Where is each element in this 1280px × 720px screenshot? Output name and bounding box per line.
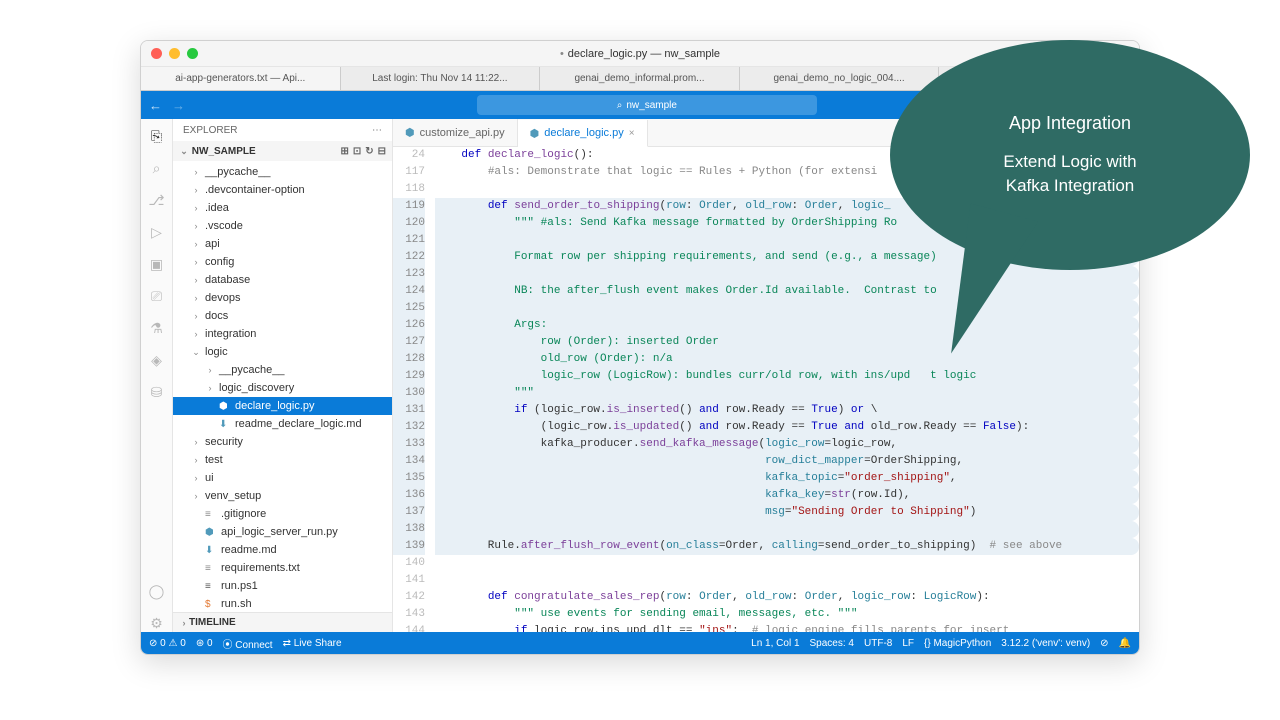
docker-icon[interactable]: ◈ xyxy=(148,351,166,369)
explorer-icon[interactable]: ⎘ xyxy=(148,127,166,145)
tree-item[interactable]: ›test xyxy=(173,451,392,469)
remote-icon[interactable]: ⎚ xyxy=(148,287,166,305)
tree-item[interactable]: ›.vscode xyxy=(173,217,392,235)
collapse-icon[interactable]: ⊟ xyxy=(378,146,386,157)
status-item[interactable]: Spaces: 4 xyxy=(810,638,854,649)
traffic-lights xyxy=(151,48,198,59)
editor-tab[interactable]: ⬢declare_logic.py× xyxy=(518,120,648,147)
refresh-icon[interactable]: ↻ xyxy=(365,146,373,157)
status-item[interactable]: ⇄ Live Share xyxy=(283,638,342,649)
search-input[interactable]: ⌕ nw_sample xyxy=(477,95,817,115)
status-item[interactable]: ⊛ 0 xyxy=(196,638,213,649)
status-item[interactable]: 🔔 xyxy=(1119,638,1131,649)
tree-item[interactable]: ›venv_setup xyxy=(173,487,392,505)
account-icon[interactable]: 👣 ▾ xyxy=(1109,99,1131,112)
tree-item[interactable]: ›logic_discovery xyxy=(173,379,392,397)
status-item[interactable]: ⊘ xyxy=(1100,638,1108,649)
tree-item[interactable]: ⬢api_logic_server_run.py xyxy=(173,523,392,541)
editor-tabs: ⬢customize_api.py⬢declare_logic.py× xyxy=(393,119,1139,147)
code-content[interactable]: def declare_logic(): #als: Demonstrate t… xyxy=(435,147,1139,632)
tree-item[interactable]: ›security xyxy=(173,433,392,451)
tree-item[interactable]: ›database xyxy=(173,271,392,289)
tree-item[interactable]: ›devops xyxy=(173,289,392,307)
scm-icon[interactable]: ⎇ xyxy=(148,191,166,209)
timeline-section[interactable]: › TIMELINE xyxy=(173,612,392,632)
tree-item[interactable]: ›__pycache__ xyxy=(173,361,392,379)
tree-item[interactable]: ⬢declare_logic.py xyxy=(173,397,392,415)
tree-item[interactable]: ›integration xyxy=(173,325,392,343)
status-item[interactable]: UTF-8 xyxy=(864,638,892,649)
account-icon[interactable]: ◯ xyxy=(148,582,166,600)
editor-area: ⬢customize_api.py⬢declare_logic.py× 2411… xyxy=(393,119,1139,632)
mac-tab[interactable]: genai_demo_informal.prom... xyxy=(540,67,740,90)
new-file-icon[interactable]: ⊞ xyxy=(340,146,348,157)
line-gutter: 2411711811912012112212312412512612712812… xyxy=(393,147,435,632)
nav-arrows[interactable]: ←→ xyxy=(149,98,185,113)
tree-item[interactable]: ›.idea xyxy=(173,199,392,217)
tree-item[interactable]: ›config xyxy=(173,253,392,271)
more-icon[interactable]: ⋯ xyxy=(372,125,382,136)
status-bar: ⊘ 0 ⚠ 0 ⊛ 0 ⦿ Connect ⇄ Live Share Ln 1, Co… xyxy=(141,632,1139,654)
tree-item[interactable]: ›docs xyxy=(173,307,392,325)
editor-tab[interactable]: ⬢customize_api.py xyxy=(393,119,518,146)
status-item[interactable]: ⊘ 0 ⚠ 0 xyxy=(149,638,186,649)
forward-icon: → xyxy=(172,98,185,113)
activity-bar: ⎘ ⌕ ⎇ ▷ ▣ ⎚ ⚗ ◈ ⛁ ◯ ⚙ xyxy=(141,119,173,632)
status-item[interactable]: LF xyxy=(902,638,914,649)
explorer-sidebar: EXPLORER ⋯ ⌄ NW_SAMPLE ⊞ ⊡ ↻ ⊟ ›__pycach… xyxy=(173,119,393,632)
titlebar: • declare_logic.py — nw_sample xyxy=(141,41,1139,67)
zoom-icon[interactable] xyxy=(187,48,198,59)
mac-tab-row: ai-app-generators.txt — Api...Last login… xyxy=(141,67,1139,91)
file-tree: ›__pycache__›.devcontainer-option›.idea›… xyxy=(173,161,392,612)
minimize-icon[interactable] xyxy=(169,48,180,59)
explorer-header: EXPLORER ⋯ xyxy=(173,119,392,141)
tree-item[interactable]: ›.devcontainer-option xyxy=(173,181,392,199)
status-item[interactable]: ⦿ Connect xyxy=(223,636,273,651)
workspace-section[interactable]: ⌄ NW_SAMPLE ⊞ ⊡ ↻ ⊟ xyxy=(173,141,392,161)
tree-item[interactable]: $run.sh xyxy=(173,595,392,612)
tree-item[interactable]: ≡.gitignore xyxy=(173,505,392,523)
db-icon[interactable]: ⛁ xyxy=(148,383,166,401)
tree-item[interactable]: ≡requirements.txt xyxy=(173,559,392,577)
status-item[interactable]: {} MagicPython xyxy=(924,638,991,649)
tree-item[interactable]: ⬇readme_declare_logic.md xyxy=(173,415,392,433)
close-icon[interactable] xyxy=(151,48,162,59)
run-icon[interactable]: ▷ xyxy=(148,223,166,241)
tree-item[interactable]: ≡run.ps1 xyxy=(173,577,392,595)
vscode-window: • declare_logic.py — nw_sample ai-app-ge… xyxy=(140,40,1140,655)
close-icon[interactable]: × xyxy=(629,128,635,139)
search-icon: ⌕ xyxy=(617,100,623,111)
code-area[interactable]: 2411711811912012112212312412512612712812… xyxy=(393,147,1139,632)
tree-item[interactable]: ⬇readme.md xyxy=(173,541,392,559)
test-icon[interactable]: ⚗ xyxy=(148,319,166,337)
mac-tab[interactable]: ai-app-generators.txt — Api... xyxy=(141,67,341,90)
gear-icon[interactable]: ⚙ xyxy=(148,614,166,632)
mac-tab[interactable]: Last login: Thu Nov 14 11:22... xyxy=(341,67,541,90)
extensions-icon[interactable]: ▣ xyxy=(148,255,166,273)
command-bar: ←→ ⌕ nw_sample 👣 ▾ xyxy=(141,91,1139,119)
tree-item[interactable]: ›ui xyxy=(173,469,392,487)
mac-tab[interactable]: db.dbml — genai_demo... xyxy=(939,67,1139,90)
new-folder-icon[interactable]: ⊡ xyxy=(353,146,361,157)
tree-item[interactable]: ›api xyxy=(173,235,392,253)
mac-tab[interactable]: genai_demo_no_logic_004.... xyxy=(740,67,940,90)
status-item[interactable]: Ln 1, Col 1 xyxy=(751,638,799,649)
back-icon: ← xyxy=(149,98,162,113)
status-item[interactable]: 3.12.2 ('venv': venv) xyxy=(1001,638,1090,649)
search-activity-icon[interactable]: ⌕ xyxy=(148,159,166,177)
tree-item[interactable]: ›__pycache__ xyxy=(173,163,392,181)
tree-item[interactable]: ⌄logic xyxy=(173,343,392,361)
window-title: • declare_logic.py — nw_sample xyxy=(560,48,720,60)
